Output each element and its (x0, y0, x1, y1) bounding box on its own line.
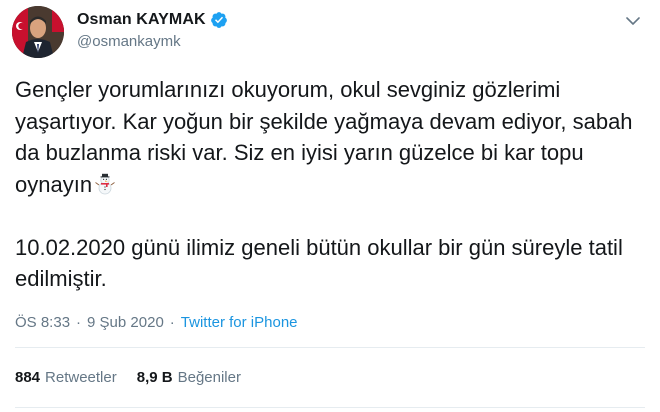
tweet-time[interactable]: ÖS 8:33 (15, 314, 70, 331)
tweet-timestamp[interactable]: ÖS 8:33 · 9 Şub 2020 (15, 314, 164, 331)
tweet-paragraph-1: Gençler yorumlarınızı okuyorum, okul sev… (15, 74, 645, 200)
tweet-meta: ÖS 8:33 · 9 Şub 2020 · Twitter for iPhone (15, 314, 298, 331)
likes-stat[interactable]: 8,9 B Beğeniler (137, 369, 241, 386)
avatar[interactable] (12, 6, 64, 58)
author-handle[interactable]: @osmankaymk (77, 33, 228, 50)
likes-count[interactable]: 8,9 B (137, 369, 173, 386)
divider (15, 347, 645, 348)
divider (15, 407, 645, 408)
likes-label[interactable]: Beğeniler (178, 369, 241, 386)
retweets-label[interactable]: Retweetler (45, 369, 117, 386)
tweet-date[interactable]: 9 Şub 2020 (87, 314, 164, 331)
retweets-stat[interactable]: 884 Retweetler (15, 369, 117, 386)
tweet-source-link[interactable]: Twitter for iPhone (181, 314, 298, 331)
verified-badge-icon (210, 11, 228, 29)
author-display-name[interactable]: Osman KAYMAK (77, 11, 206, 29)
meta-separator: · (169, 314, 175, 331)
tweet-stats: 884 Retweetler 8,9 B Beğeniler (15, 369, 261, 386)
author-block[interactable]: Osman KAYMAK @osmankaymk (77, 10, 228, 50)
chevron-down-icon[interactable] (624, 12, 642, 30)
meta-separator: · (76, 314, 82, 331)
tweet-text: Gençler yorumlarınızı okuyorum, okul sev… (15, 74, 645, 295)
retweets-count[interactable]: 884 (15, 369, 40, 386)
tweet-paragraph-2: 10.02.2020 günü ilimiz geneli bütün okul… (15, 234, 623, 292)
tweet-card: Osman KAYMAK @osmankaymk Gençler yorumla… (0, 0, 660, 412)
snowman-icon (94, 172, 116, 194)
